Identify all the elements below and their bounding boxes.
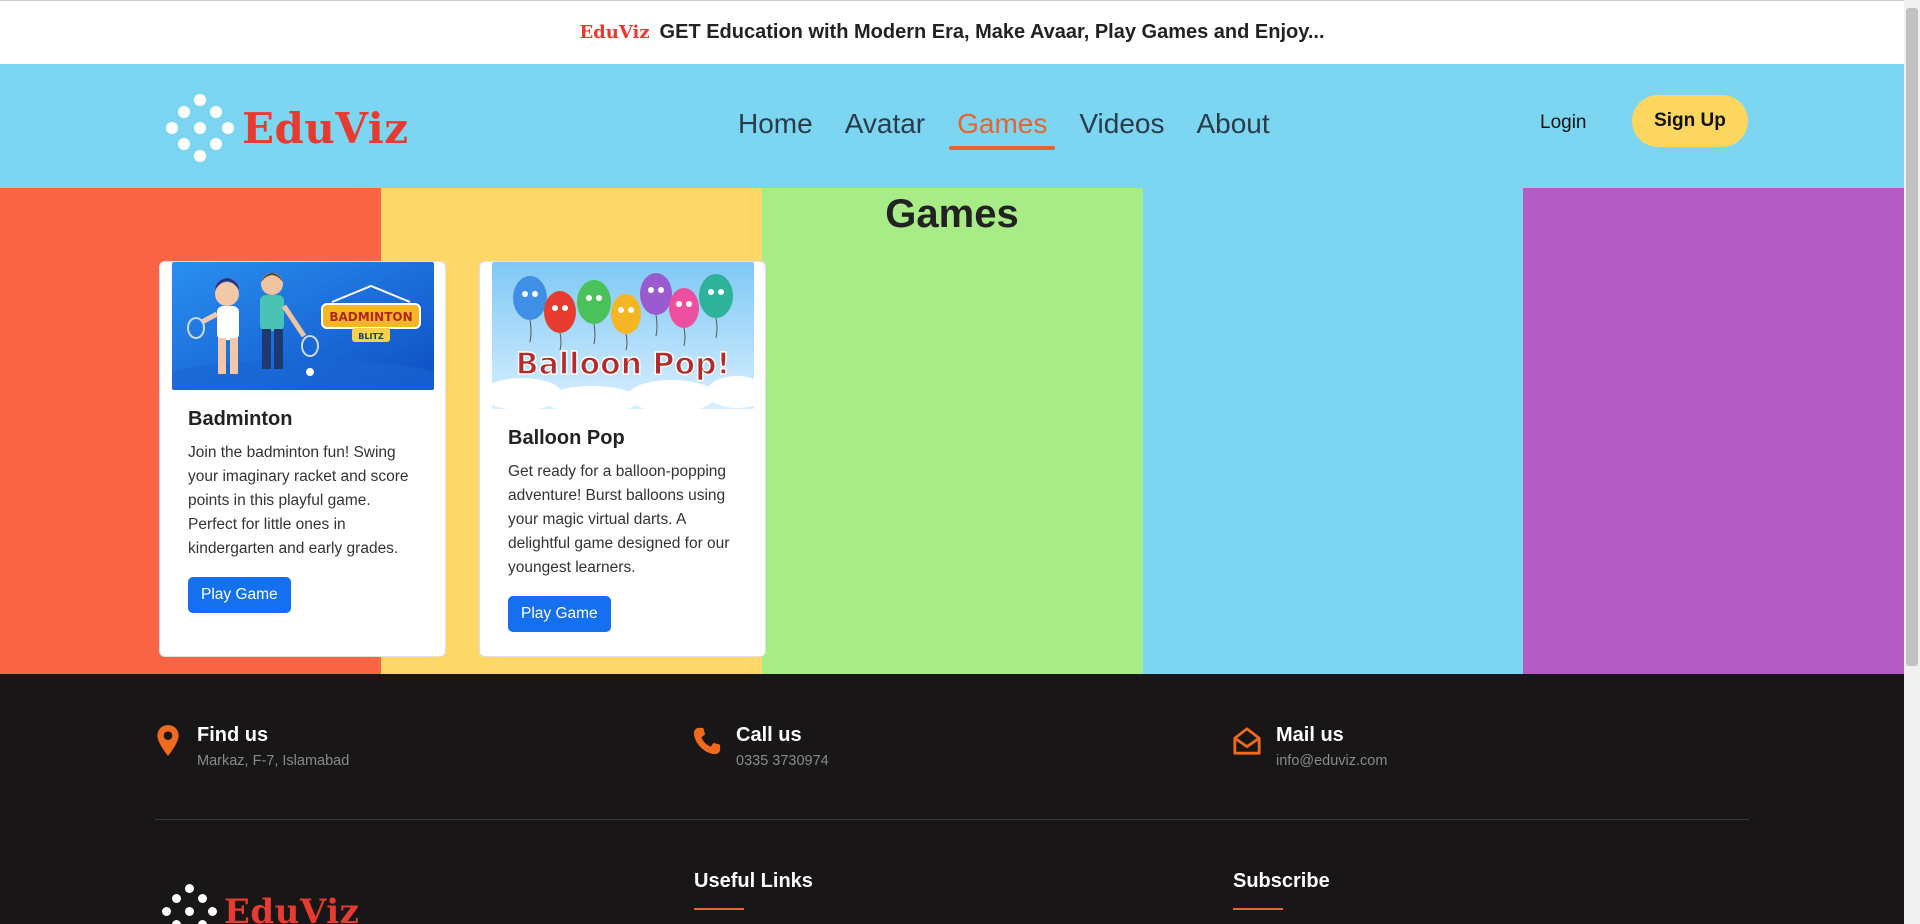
game-card-badminton: BADMINTON BLITZ Badminton Join the badmi… [159, 261, 446, 657]
announcement-tagline: GET Education with Modern Era, Make Avaa… [659, 21, 1325, 43]
logo-text: EduViz [242, 103, 409, 153]
game-title-balloon-pop: Balloon Pop [508, 427, 625, 449]
signup-button[interactable]: Sign Up [1632, 95, 1748, 147]
announcement-brand: EduViz [579, 22, 650, 43]
location-pin-icon [157, 725, 179, 756]
play-balloon-pop-button[interactable]: Play Game [508, 596, 611, 632]
footer-logo-dots-icon [160, 882, 220, 924]
balloon-pop-image: Balloon Pop! [492, 262, 754, 409]
play-badminton-button[interactable]: Play Game [188, 577, 291, 613]
badminton-logo-text: BADMINTON [329, 310, 412, 324]
call-us-title: Call us [736, 724, 802, 746]
game-card-balloon-pop: Balloon Pop! Balloon Pop Get ready for a… [479, 261, 766, 657]
page-title: Games [885, 192, 1019, 236]
contact-mail-us: Mail us info@eduviz.com [1232, 724, 1387, 769]
contact-call-us: Call us 0335 3730974 [692, 724, 829, 769]
main-nav: Home Avatar Games Videos About [730, 104, 1278, 150]
stripe-purple [1523, 188, 1904, 674]
phone-icon [693, 727, 721, 755]
site-logo[interactable]: EduViz [164, 92, 409, 164]
nav-home[interactable]: Home [730, 104, 821, 150]
mail-us-title: Mail us [1276, 724, 1344, 746]
login-button[interactable]: Login [1540, 112, 1587, 134]
footer-logo[interactable]: EduViz [160, 882, 359, 924]
useful-links-heading: Useful Links [694, 870, 813, 910]
logo-dots-icon [164, 92, 236, 164]
stripe-blue [1143, 188, 1523, 674]
footer-logo-text: EduViz [224, 892, 360, 924]
nav-about[interactable]: About [1188, 104, 1277, 150]
find-us-title: Find us [197, 724, 269, 746]
contact-find-us: Find us Markaz, F-7, Islamabad [153, 724, 349, 769]
mail-us-email[interactable]: info@eduviz.com [1276, 753, 1387, 769]
balloon-pop-image-text: Balloon Pop! [516, 347, 730, 382]
stripe-green [762, 188, 1143, 674]
site-footer: Find us Markaz, F-7, Islamabad Call us 0… [0, 674, 1904, 924]
game-desc-badminton: Join the badminton fun! Swing your imagi… [188, 444, 409, 557]
game-title-badminton: Badminton [188, 408, 293, 430]
footer-divider [155, 819, 1749, 820]
badminton-image: BADMINTON BLITZ [172, 262, 434, 390]
games-section: Games BADMINTON BLITZ Badminton Join the… [0, 188, 1904, 674]
call-us-phone[interactable]: 0335 3730974 [736, 753, 829, 769]
announcement-bar: EduViz GET Education with Modern Era, Ma… [0, 0, 1904, 64]
nav-games[interactable]: Games [949, 104, 1056, 150]
game-desc-balloon-pop: Get ready for a balloon-popping adventur… [508, 463, 730, 576]
nav-avatar[interactable]: Avatar [837, 104, 933, 150]
find-us-address: Markaz, F-7, Islamabad [197, 753, 350, 769]
mail-icon [1233, 727, 1261, 755]
site-header: EduViz Home Avatar Games Videos About Lo… [0, 64, 1904, 188]
scrollbar-thumb[interactable] [1906, 8, 1918, 666]
subscribe-heading: Subscribe [1233, 870, 1330, 910]
nav-videos[interactable]: Videos [1071, 104, 1172, 150]
badminton-logo-sub: BLITZ [358, 332, 384, 341]
